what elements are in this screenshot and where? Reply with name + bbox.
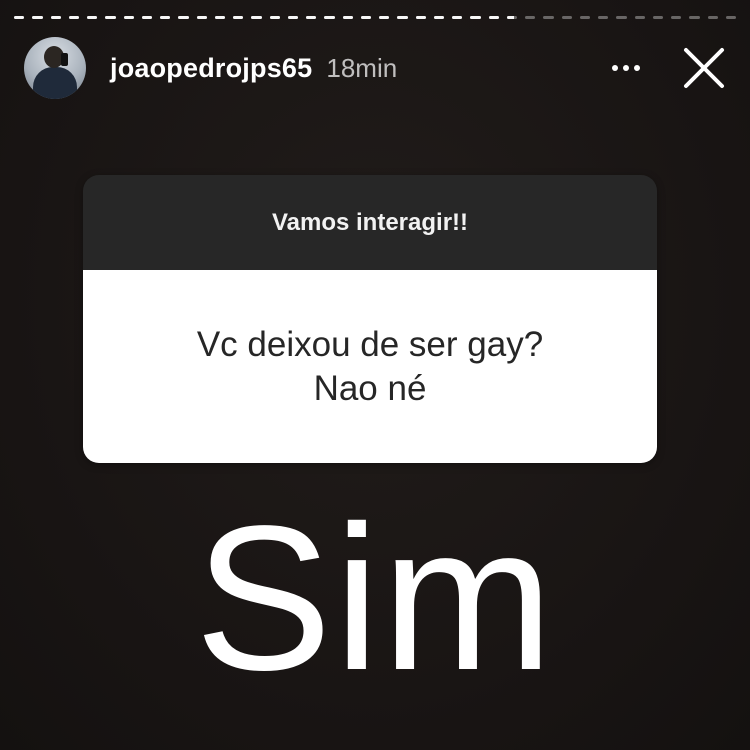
question-line: Nao né (313, 368, 427, 408)
more-dot (612, 65, 618, 71)
avatar-person-body (33, 67, 77, 99)
progress-segment-fill (178, 16, 189, 19)
progress-segment-fill (452, 16, 463, 19)
progress-segment (251, 16, 262, 19)
progress-segment-fill (379, 16, 390, 19)
progress-segment (68, 16, 79, 19)
progress-segment-fill (342, 16, 353, 19)
progress-segment-fill (506, 16, 514, 19)
progress-segment (306, 16, 317, 19)
progress-segment (707, 16, 718, 19)
progress-segment-fill (415, 16, 426, 19)
progress-segment (178, 16, 189, 19)
progress-segment-fill (287, 16, 298, 19)
more-dot (623, 65, 629, 71)
progress-segment-fill (433, 16, 444, 19)
progress-segment-fill (214, 16, 225, 19)
progress-segment (123, 16, 134, 19)
question-sticker[interactable]: Vamos interagir!! Vc deixou de ser gay? … (83, 175, 657, 463)
progress-segment (14, 16, 25, 19)
answer-text: Sim (194, 483, 556, 713)
progress-segment (141, 16, 152, 19)
progress-segment (634, 16, 645, 19)
progress-segment (525, 16, 536, 19)
question-sticker-body: Vc deixou de ser gay? Nao né (83, 270, 657, 463)
progress-segment-fill (470, 16, 481, 19)
question-line: Vc deixou de ser gay? (196, 324, 544, 364)
progress-segment-fill (306, 16, 317, 19)
progress-segment-fill (251, 16, 262, 19)
progress-segment-fill (324, 16, 335, 19)
progress-segment (616, 16, 627, 19)
post-time: 18min (326, 52, 398, 83)
progress-segment-fill (160, 16, 171, 19)
progress-segment-fill (141, 16, 152, 19)
close-icon[interactable] (682, 46, 726, 90)
progress-segment (452, 16, 463, 19)
progress-segment (32, 16, 43, 19)
more-dot (634, 65, 640, 71)
progress-segment-fill (123, 16, 134, 19)
progress-segment (360, 16, 371, 19)
progress-segment (342, 16, 353, 19)
progress-segment (506, 16, 517, 19)
progress-segment-fill (50, 16, 61, 19)
progress-segment (160, 16, 171, 19)
progress-segment (488, 16, 499, 19)
progress-segment (196, 16, 207, 19)
progress-segment (214, 16, 225, 19)
more-options-icon[interactable] (608, 48, 644, 88)
username[interactable]: joaopedrojps65 (110, 53, 312, 84)
progress-segment (671, 16, 682, 19)
progress-segment-fill (68, 16, 79, 19)
progress-segment (579, 16, 590, 19)
avatar[interactable] (24, 37, 86, 99)
progress-segment (397, 16, 408, 19)
progress-segment (324, 16, 335, 19)
question-sticker-header: Vamos interagir!! (83, 175, 657, 270)
progress-segment (287, 16, 298, 19)
progress-segment-fill (397, 16, 408, 19)
progress-segment (433, 16, 444, 19)
progress-segment (415, 16, 426, 19)
avatar-phone (61, 53, 68, 66)
progress-segment (598, 16, 609, 19)
progress-segment-fill (360, 16, 371, 19)
progress-segment-fill (32, 16, 43, 19)
progress-segment-fill (196, 16, 207, 19)
progress-segment (725, 16, 736, 19)
progress-segment (87, 16, 98, 19)
progress-segment-fill (233, 16, 244, 19)
progress-segment (689, 16, 700, 19)
story-header: joaopedrojps65 18min (24, 36, 726, 100)
progress-segment (561, 16, 572, 19)
progress-segment-fill (488, 16, 499, 19)
progress-segment (652, 16, 663, 19)
progress-segment (269, 16, 280, 19)
progress-segment (50, 16, 61, 19)
story-viewer[interactable]: joaopedrojps65 18min Vamos interagir!! V… (0, 0, 750, 750)
progress-segment (379, 16, 390, 19)
progress-segment-fill (105, 16, 116, 19)
close-icon-glyph (684, 48, 724, 88)
progress-segment (470, 16, 481, 19)
question-prompt: Vamos interagir!! (271, 208, 469, 236)
progress-segment (233, 16, 244, 19)
progress-segment (543, 16, 554, 19)
progress-segment-fill (87, 16, 98, 19)
story-progress-bar (14, 16, 736, 19)
progress-segment (105, 16, 116, 19)
progress-segment-fill (14, 16, 25, 19)
progress-segment-fill (269, 16, 280, 19)
